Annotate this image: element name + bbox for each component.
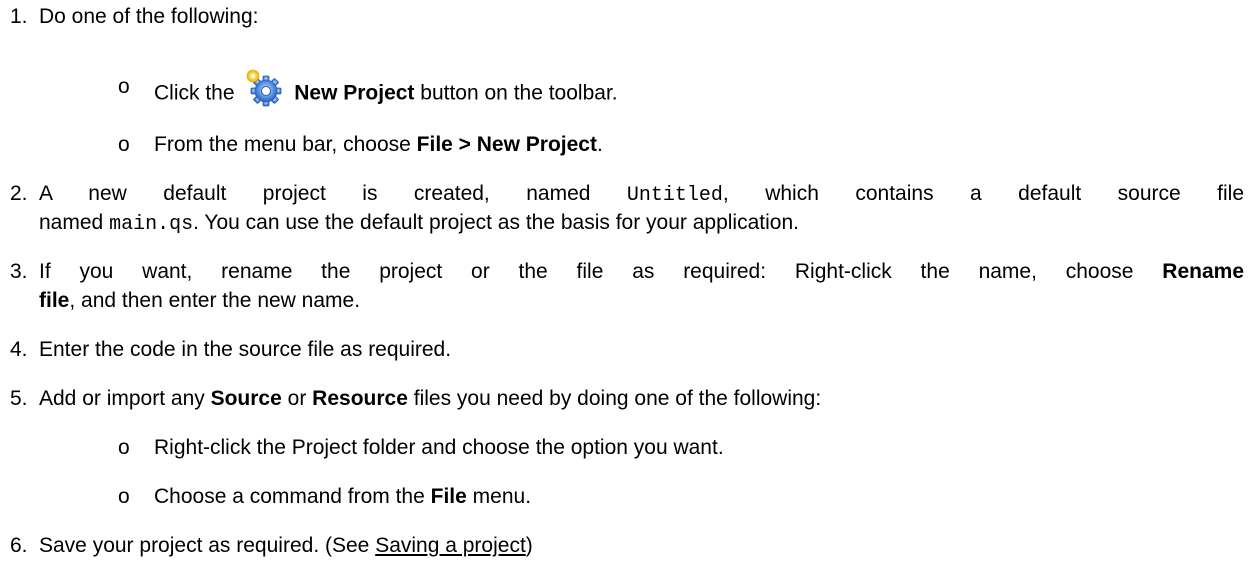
step-bold-rename: Rename <box>1162 260 1244 283</box>
step-text-part: named <box>39 211 104 234</box>
sub-step-suffix: menu. <box>472 485 532 508</box>
step-number: 2. <box>10 182 28 205</box>
sub-bullet: o <box>118 485 130 508</box>
sub-bullet: o <box>118 133 130 156</box>
step-text-part: Add or import any <box>39 387 205 410</box>
step-text-part: A new default project is created, named <box>39 182 591 205</box>
step-text-line: A new default project is created, named … <box>39 181 1244 209</box>
sub-step-suffix: . <box>596 133 603 156</box>
step-number: 4. <box>10 338 28 361</box>
sub-step-prefix: Choose a command from the <box>154 485 425 508</box>
step-number: 1. <box>10 5 28 28</box>
step-text-part: . You can use the default project as the… <box>193 211 799 234</box>
sub-step: From the menu bar, choose File > New Pro… <box>154 132 603 158</box>
step-number: 3. <box>10 260 28 283</box>
step-text-part: Save your project as required. (See <box>39 534 370 557</box>
step-text-part: files you need by doing one of the follo… <box>413 387 822 410</box>
sub-step-suffix: button on the toolbar. <box>420 81 618 105</box>
step-bold-source: Source <box>210 387 282 410</box>
sub-step-bold: File <box>430 485 467 508</box>
step-text: Add or import any Source or Resource fil… <box>39 386 821 412</box>
step-text-part: or <box>287 387 307 410</box>
step-bold-resource: Resource <box>312 387 408 410</box>
new-project-gear-icon <box>244 67 284 107</box>
saving-a-project-link[interactable]: Saving a project <box>375 534 526 557</box>
sub-step: Choose a command from the File menu. <box>154 484 531 510</box>
step-text-line: named main.qs. You can use the default p… <box>39 210 799 238</box>
sub-step-prefix: From the menu bar, choose <box>154 133 411 156</box>
code-main-qs: main.qs <box>109 213 194 236</box>
sub-bullet: o <box>118 75 130 98</box>
step-text-part: ) <box>525 534 533 557</box>
sub-step: Click the New Project button on the tool… <box>154 69 618 114</box>
step-number: 5. <box>10 387 28 410</box>
code-untitled: Untitled <box>626 184 723 207</box>
sub-step-prefix: Click the <box>154 81 235 105</box>
step-text-part: , and then enter the new name. <box>69 289 361 312</box>
step-bold-file: file <box>39 289 70 312</box>
step-text: Enter the code in the source file as req… <box>39 338 452 361</box>
step-text-line: file, and then enter the new name. <box>39 288 360 314</box>
sub-step-bold: File > New Project <box>416 133 597 156</box>
sub-bullet: o <box>118 436 130 459</box>
step-text-part: If you want, rename the project or the f… <box>39 260 1134 283</box>
step-text: Save your project as required. (See Savi… <box>39 533 533 559</box>
step-text-line: If you want, rename the project or the f… <box>39 259 1244 285</box>
sub-step-bold: New Project <box>294 81 415 105</box>
sub-step: Right-click the Project folder and choos… <box>154 436 724 459</box>
step-number: 6. <box>10 534 28 557</box>
step-text: Do one of the following: <box>39 5 259 28</box>
step-text-part: , which contains a default source file <box>722 182 1244 205</box>
